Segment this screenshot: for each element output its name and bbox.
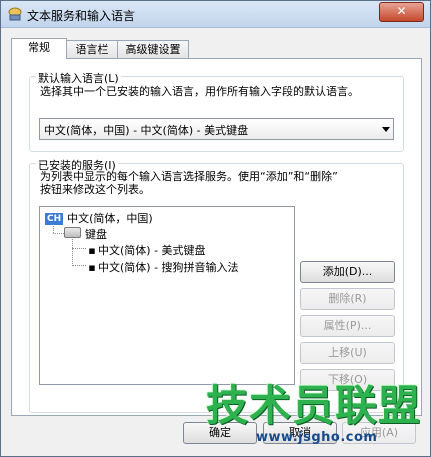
tree-keyboard-category[interactable]: 键盘 xyxy=(85,226,107,242)
remove-button[interactable]: 删除(R) xyxy=(300,288,395,310)
watermark-text: 技术员联盟 xyxy=(206,381,422,430)
tree-connector xyxy=(53,224,54,233)
default-language-selected: 中文(简体，中国) - 中文(简体) - 美式键盘 xyxy=(44,124,249,137)
bullet-icon: ▪ xyxy=(88,261,96,274)
dialog-window: 文本服务和输入语言 ✕ 常规 语言栏 高级键设置 默认输入语言(L) 选择其中一… xyxy=(0,0,431,457)
default-language-dropdown[interactable]: 中文(简体，中国) - 中文(简体) - 美式键盘 xyxy=(39,118,394,140)
tree-item-label: 中文(简体) - 搜狗拼音输入法 xyxy=(98,261,239,274)
tree-language-label: 中文(简体，中国) xyxy=(67,212,153,225)
installed-services-tree[interactable]: CH 中文(简体，中国) 键盘 ▪ 中文(简体) - 美式键盘 ▪ 中文(简体) - … xyxy=(39,206,295,385)
tree-item[interactable]: ▪ 中文(简体) - 美式键盘 xyxy=(86,242,206,258)
tree-item-label: 中文(简体) - 美式键盘 xyxy=(98,244,206,257)
tab-language-bar[interactable]: 语言栏 xyxy=(66,40,118,58)
installed-services-description-2: 按钮来修改这个列表。 xyxy=(40,183,150,196)
tree-connector xyxy=(53,233,64,234)
dropdown-arrow-icon xyxy=(382,127,390,132)
installed-services-description-1: 为列表中显示的每个输入语言选择服务。使用“添加”和“删除” xyxy=(40,170,338,183)
tree-connector xyxy=(72,248,86,249)
watermark-url: www.jsgho.com xyxy=(256,430,378,445)
tree-connector xyxy=(72,265,86,266)
title-bar[interactable]: 文本服务和输入语言 ✕ xyxy=(1,1,430,28)
text-services-icon xyxy=(8,7,22,21)
close-button[interactable]: ✕ xyxy=(379,2,424,22)
tree-connector xyxy=(72,239,73,266)
site-watermark: 技术员联盟 www.jsgho.com xyxy=(206,381,422,446)
tab-advanced-key-settings[interactable]: 高级键设置 xyxy=(117,40,189,58)
tab-general[interactable]: 常规 xyxy=(11,38,67,59)
language-badge: CH xyxy=(45,213,64,225)
bullet-icon: ▪ xyxy=(88,244,96,257)
keyboard-icon xyxy=(64,227,81,238)
properties-button[interactable]: 属性(P)... xyxy=(300,315,395,337)
default-language-label: 默认输入语言(L) xyxy=(36,70,121,86)
default-language-group: 默认输入语言(L) 选择其中一个已安装的输入语言，用作所有输入字段的默认语言。 xyxy=(29,70,404,152)
tree-item[interactable]: ▪ 中文(简体) - 搜狗拼音输入法 xyxy=(86,259,239,275)
tree-language-node[interactable]: CH 中文(简体，中国) xyxy=(45,210,153,226)
add-button[interactable]: 添加(D)... xyxy=(300,261,395,283)
window-title: 文本服务和输入语言 xyxy=(27,9,136,23)
move-up-button[interactable]: 上移(U) xyxy=(300,342,395,364)
default-language-description: 选择其中一个已安装的输入语言，用作所有输入字段的默认语言。 xyxy=(40,85,359,98)
